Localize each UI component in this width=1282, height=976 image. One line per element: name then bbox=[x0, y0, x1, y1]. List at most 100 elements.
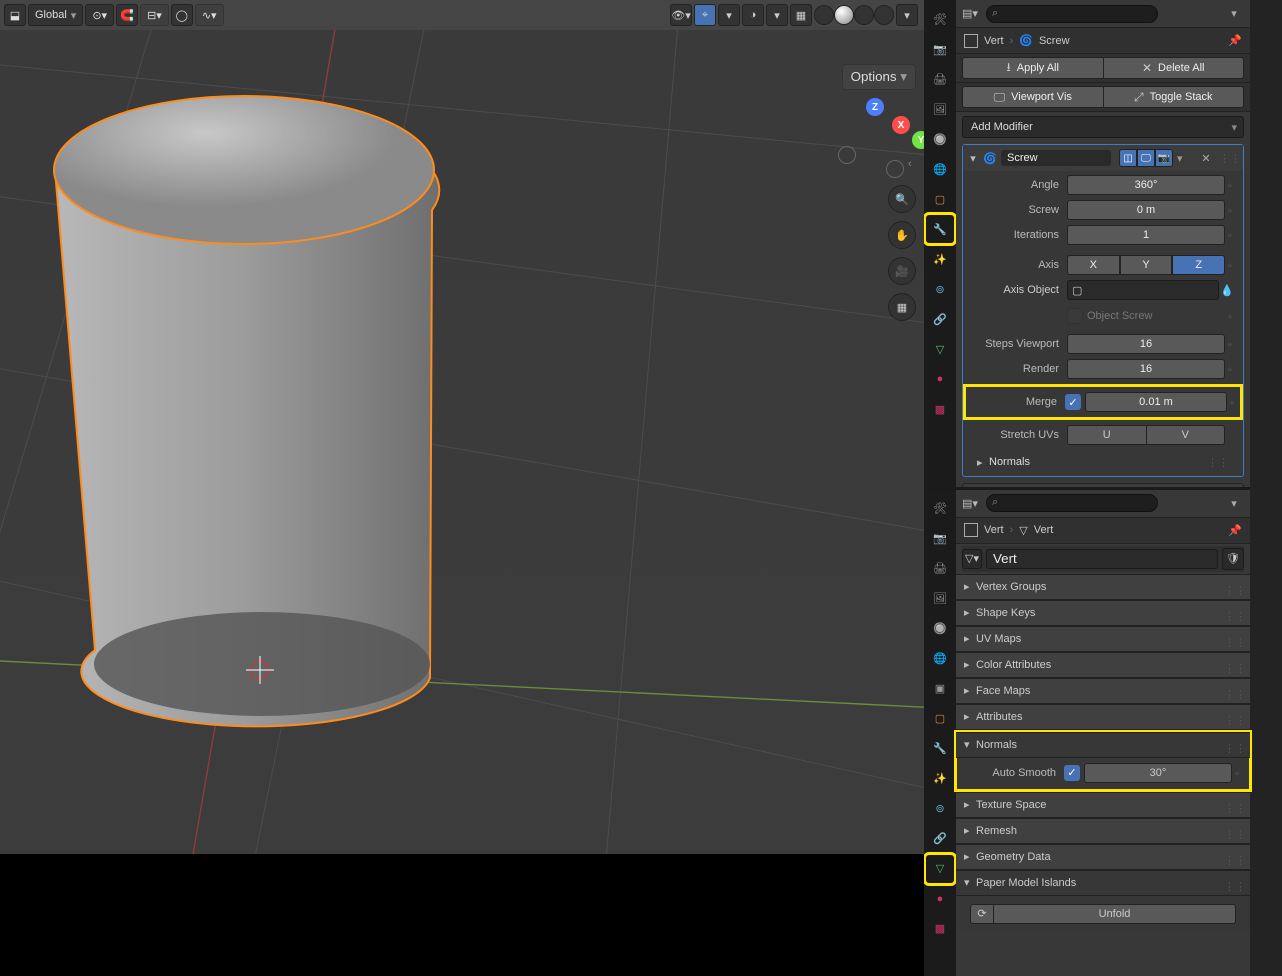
anim-dot-icon[interactable]: • bbox=[1225, 257, 1235, 273]
unfold-button[interactable]: Unfold bbox=[994, 904, 1236, 924]
render-shade-icon[interactable] bbox=[874, 5, 894, 25]
matprev-shade-icon[interactable] bbox=[854, 5, 874, 25]
gizmo-z-icon[interactable]: Z bbox=[866, 98, 884, 116]
shading-dropdown-icon[interactable]: ▾ bbox=[896, 4, 918, 26]
object-tab-icon[interactable]: ▢ bbox=[926, 705, 954, 733]
overlay-dropdown-icon[interactable]: ▾ bbox=[766, 4, 788, 26]
xray-toggle-icon[interactable]: ▦ bbox=[790, 4, 812, 26]
tool-tab-icon[interactable]: 🛠 bbox=[926, 495, 954, 523]
stretch-v-button[interactable]: V bbox=[1147, 425, 1226, 445]
anim-dot-icon[interactable]: • bbox=[1225, 308, 1235, 324]
render-toggle-icon[interactable]: 📷 bbox=[1155, 149, 1173, 167]
collapse-triangle-icon[interactable]: ▾ bbox=[967, 152, 979, 165]
shape-keys-section[interactable]: ▸Shape Keys⋮⋮ bbox=[956, 600, 1250, 626]
grip-icon[interactable]: ⋮⋮ bbox=[1221, 149, 1239, 167]
grip-icon[interactable]: ⋮⋮ bbox=[1224, 880, 1246, 893]
grip-icon[interactable]: ⋮⋮ bbox=[1224, 584, 1246, 597]
gizmo-toggle-icon[interactable]: ⌖ bbox=[694, 4, 716, 26]
mesh-data-tab-icon[interactable]: ▽ bbox=[926, 855, 954, 883]
toggle-stack-button[interactable]: ⤢Toggle Stack bbox=[1104, 86, 1245, 108]
screw-field[interactable]: 0 m bbox=[1067, 200, 1225, 220]
pin-icon[interactable]: 📌 bbox=[1228, 524, 1242, 537]
apply-all-button[interactable]: ⭳Apply All bbox=[962, 57, 1104, 79]
axis-y-button[interactable]: Y bbox=[1120, 255, 1173, 275]
eyedropper-icon[interactable]: 💧 bbox=[1219, 284, 1235, 297]
render-tab-icon[interactable]: 📷 bbox=[926, 525, 954, 553]
gizmo-dropdown-icon[interactable]: ▾ bbox=[718, 4, 740, 26]
viewport-toggle-icon[interactable]: 🖵 bbox=[1137, 149, 1155, 167]
properties-search-input[interactable] bbox=[986, 494, 1158, 512]
scene-tab-icon[interactable]: 🔘 bbox=[926, 125, 954, 153]
modifier-tab-icon[interactable]: 🔧 bbox=[926, 735, 954, 763]
material-tab-icon[interactable]: ● bbox=[926, 365, 954, 393]
editor-type-icon[interactable]: ⬓ bbox=[4, 4, 26, 26]
refresh-icon[interactable]: ⟳ bbox=[970, 904, 994, 924]
viewport-3d[interactable]: Options ▾ Z X Y ‹ 🔍 ✋ 🎥 ▦ bbox=[0, 30, 924, 854]
breadcrumb-object[interactable]: Vert bbox=[984, 35, 1004, 47]
viewport-options-button[interactable]: Options ▾ bbox=[842, 64, 916, 90]
face-maps-section[interactable]: ▸Face Maps⋮⋮ bbox=[956, 678, 1250, 704]
delete-modifier-icon[interactable]: ✕ bbox=[1197, 149, 1215, 167]
angle-field[interactable]: 360° bbox=[1067, 175, 1225, 195]
search-options-icon[interactable]: ▾ bbox=[1224, 497, 1244, 510]
vertex-groups-section[interactable]: ▸Vertex Groups⋮⋮ bbox=[956, 574, 1250, 600]
pivot-dropdown[interactable]: ⊙▾ bbox=[85, 4, 114, 26]
physics-tab-icon[interactable]: ⊚ bbox=[926, 275, 954, 303]
anim-dot-icon[interactable]: • bbox=[1225, 361, 1235, 377]
grip-icon[interactable]: ⋮⋮ bbox=[1224, 688, 1246, 701]
axis-object-field[interactable]: ▢ bbox=[1067, 280, 1219, 300]
material-tab-icon[interactable]: ● bbox=[926, 885, 954, 913]
viewlayer-tab-icon[interactable]: 🖼 bbox=[926, 585, 954, 613]
shading-modes[interactable] bbox=[814, 5, 894, 25]
nav-gizmo[interactable]: Z X Y bbox=[838, 98, 912, 172]
constraints-tab-icon[interactable]: 🔗 bbox=[926, 825, 954, 853]
modifier-menu-icon[interactable]: ▾ bbox=[1177, 152, 1191, 165]
gizmo-neg-axis-icon[interactable] bbox=[838, 146, 856, 164]
expand-triangle-icon[interactable]: ▸ bbox=[977, 456, 989, 469]
collection-tab-icon[interactable]: ▣ bbox=[926, 675, 954, 703]
steps-viewport-field[interactable]: 16 bbox=[1067, 334, 1225, 354]
visibility-icon[interactable]: 👁▾ bbox=[670, 4, 692, 26]
attributes-section[interactable]: ▸Attributes⋮⋮ bbox=[956, 704, 1250, 730]
render-tab-icon[interactable]: 📷 bbox=[926, 35, 954, 63]
grip-icon[interactable]: ⋮⋮ bbox=[1224, 854, 1246, 867]
physics-tab-icon[interactable]: ⊚ bbox=[926, 795, 954, 823]
viewlayer-tab-icon[interactable]: 🖼 bbox=[926, 95, 954, 123]
gizmo-x-icon[interactable]: X bbox=[892, 116, 910, 134]
grip-icon[interactable]: ⋮⋮ bbox=[1224, 828, 1246, 841]
render-steps-field[interactable]: 16 bbox=[1067, 359, 1225, 379]
normals-section[interactable]: ▾Normals⋮⋮ bbox=[956, 732, 1250, 758]
screw-modifier-header[interactable]: ▾ 🌀 Screw ◫ 🖵 📷 ▾ ✕ ⋮⋮ bbox=[963, 145, 1243, 171]
texture-tab-icon[interactable]: ▩ bbox=[926, 395, 954, 423]
object-tab-icon[interactable]: ▢ bbox=[926, 185, 954, 213]
merge-checkbox[interactable] bbox=[1065, 394, 1081, 410]
panel-type-icon[interactable]: ▤▾ bbox=[962, 7, 980, 20]
grip-icon[interactable]: ⋮⋮ bbox=[1207, 456, 1229, 469]
axis-x-button[interactable]: X bbox=[1067, 255, 1120, 275]
gizmo-y-icon[interactable]: Y bbox=[912, 131, 924, 149]
zoom-icon[interactable]: 🔍 bbox=[888, 185, 916, 213]
add-modifier-dropdown[interactable]: Add Modifier▾ bbox=[962, 116, 1244, 138]
output-tab-icon[interactable]: 🖨 bbox=[926, 555, 954, 583]
world-tab-icon[interactable]: 🌐 bbox=[926, 155, 954, 183]
gizmo-neg-axis-icon[interactable] bbox=[886, 160, 904, 178]
solid-shade-icon[interactable] bbox=[834, 5, 854, 25]
snap-dropdown[interactable]: ⊟▾ bbox=[140, 4, 169, 26]
overlay-toggle-icon[interactable]: ◑ bbox=[742, 4, 764, 26]
particles-tab-icon[interactable]: ✨ bbox=[926, 245, 954, 273]
stretch-u-button[interactable]: U bbox=[1067, 425, 1147, 445]
viewport-vis-button[interactable]: 🖵Viewport Vis bbox=[962, 86, 1104, 108]
tool-tab-icon[interactable]: 🛠 bbox=[926, 5, 954, 33]
orientation-dropdown[interactable]: Global bbox=[28, 4, 83, 26]
merge-distance-field[interactable]: 0.01 m bbox=[1085, 392, 1227, 412]
color-attributes-section[interactable]: ▸Color Attributes⋮⋮ bbox=[956, 652, 1250, 678]
panel-type-icon[interactable]: ▤▾ bbox=[962, 497, 980, 510]
breadcrumb-object[interactable]: Vert bbox=[984, 524, 1004, 536]
expand-npanel-icon[interactable]: ‹ bbox=[908, 158, 922, 172]
anim-dot-icon[interactable]: • bbox=[1225, 227, 1235, 243]
mesh-small-icon[interactable]: ▽▾ bbox=[962, 549, 982, 569]
texture-space-section[interactable]: ▸Texture Space⋮⋮ bbox=[956, 792, 1250, 818]
normals-subpanel-header[interactable]: ▸ Normals ⋮⋮ bbox=[969, 450, 1237, 474]
breadcrumb-data[interactable]: Vert bbox=[1034, 524, 1054, 536]
fake-user-icon[interactable]: 🛡 bbox=[1222, 548, 1244, 570]
